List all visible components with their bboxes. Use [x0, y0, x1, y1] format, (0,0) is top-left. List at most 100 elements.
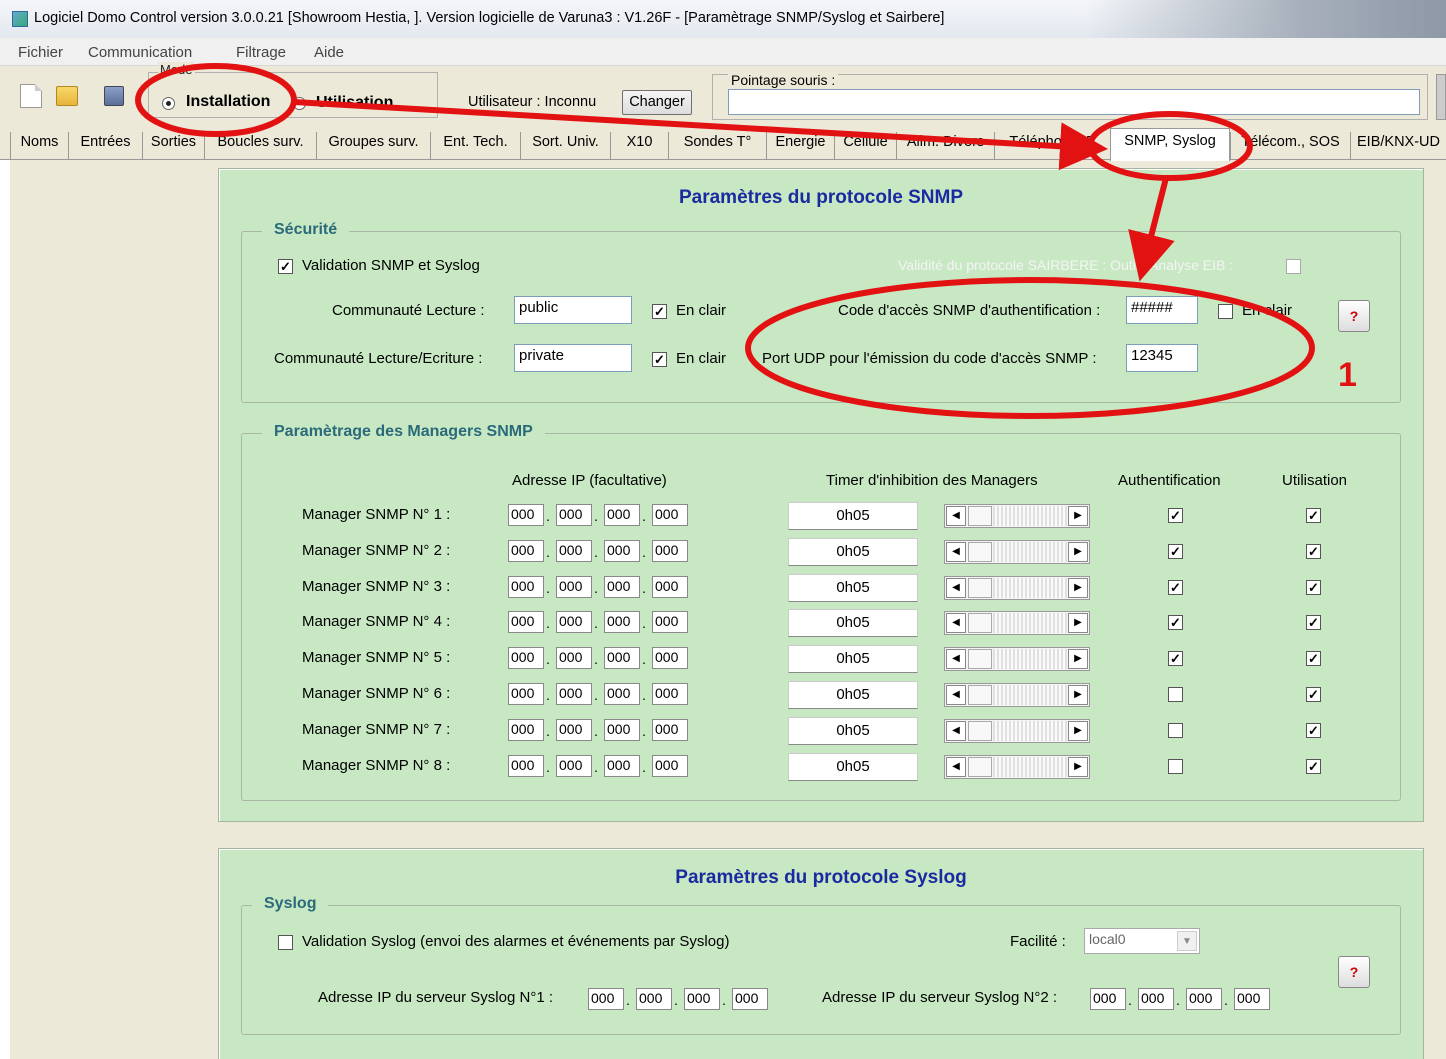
manager-timer-scrollbar[interactable]: ◀ ▶	[944, 683, 1090, 707]
manager-auth-checkbox[interactable]: ✓	[1168, 615, 1183, 631]
manager-use-checkbox[interactable]: ✓	[1306, 543, 1321, 559]
auth-code-input[interactable]: #####	[1126, 296, 1198, 324]
syslog-server2-octet-3[interactable]: 000	[1186, 988, 1222, 1010]
manager-1-ip-octet-3[interactable]: 000	[604, 504, 640, 526]
manager-auth-checkbox[interactable]: ✓	[1168, 651, 1183, 667]
toolbar-scroll-gadget[interactable]	[1436, 74, 1446, 120]
manager-2-ip-octet-1[interactable]: 000	[508, 539, 544, 562]
save-icon[interactable]	[104, 86, 124, 106]
radio-installation[interactable]	[162, 97, 175, 110]
manager-3-ip-octet-2[interactable]: 000	[556, 575, 592, 598]
manager-use-checkbox[interactable]: ✓	[1306, 722, 1321, 738]
manager-8-ip-octet-2[interactable]: 000	[556, 754, 592, 777]
arrow-right-icon[interactable]: ▶	[1068, 541, 1088, 562]
validation-syslog-checkbox[interactable]	[278, 935, 293, 950]
manager-6-ip-octet-1[interactable]: 000	[508, 683, 544, 705]
tab-sondes[interactable]: Sondes T°	[668, 132, 766, 160]
manager-timer-field[interactable]: 0h05	[788, 573, 918, 602]
scroll-track[interactable]	[993, 685, 1067, 705]
arrow-left-icon[interactable]: ◀	[946, 577, 966, 598]
read-clear-checkbox[interactable]: ✓	[652, 304, 667, 319]
manager-auth-checkbox[interactable]	[1168, 722, 1183, 738]
manager-3-ip-octet-3[interactable]: 000	[604, 575, 640, 598]
scroll-track[interactable]	[993, 613, 1067, 634]
rw-community-input[interactable]: private	[514, 344, 632, 372]
manager-7-ip-octet-4[interactable]: 000	[652, 718, 688, 741]
manager-5-ip-octet-1[interactable]: 000	[508, 647, 544, 670]
manager-timer-field[interactable]: 0h05	[788, 609, 918, 638]
manager-timer-field[interactable]: 0h05	[788, 752, 918, 781]
manager-timer-scrollbar[interactable]: ◀ ▶	[944, 611, 1090, 636]
manager-use-checkbox[interactable]: ✓	[1306, 615, 1321, 631]
scroll-track[interactable]	[993, 577, 1067, 598]
tab-ent-tech[interactable]: Ent. Tech.	[430, 132, 520, 160]
change-user-button[interactable]: Changer	[622, 90, 692, 115]
utilisation-label[interactable]: Utilisation	[316, 94, 393, 112]
scroll-thumb[interactable]	[968, 685, 992, 705]
tab-telephone-ip[interactable]: Téléphone IP	[994, 132, 1110, 160]
validation-snmp-checkbox[interactable]: ✓	[278, 259, 293, 274]
radio-utilisation[interactable]	[293, 97, 306, 110]
syslog-server2-octet-4[interactable]: 000	[1234, 988, 1270, 1010]
manager-5-ip-octet-2[interactable]: 000	[556, 647, 592, 670]
arrow-right-icon[interactable]: ▶	[1068, 577, 1088, 598]
menu-filtrage[interactable]: Filtrage	[236, 44, 286, 61]
manager-auth-checkbox[interactable]: ✓	[1168, 579, 1183, 595]
menu-communication[interactable]: Communication	[88, 44, 192, 61]
manager-auth-checkbox[interactable]: ✓	[1168, 508, 1183, 523]
syslog-help-button[interactable]: ?	[1338, 956, 1370, 988]
manager-auth-checkbox[interactable]	[1168, 687, 1183, 702]
tab-boucles-surv[interactable]: Boucles surv.	[204, 132, 316, 160]
arrow-left-icon[interactable]: ◀	[946, 541, 966, 562]
arrow-left-icon[interactable]: ◀	[946, 756, 966, 777]
syslog-server1-octet-3[interactable]: 000	[684, 988, 720, 1010]
scroll-track[interactable]	[993, 649, 1067, 670]
scroll-thumb[interactable]	[968, 577, 992, 598]
scroll-track[interactable]	[993, 506, 1067, 526]
manager-timer-field[interactable]: 0h05	[788, 681, 918, 709]
manager-timer-scrollbar[interactable]: ◀ ▶	[944, 647, 1090, 672]
chevron-down-icon[interactable]: ▼	[1177, 931, 1197, 951]
scroll-thumb[interactable]	[968, 756, 992, 777]
arrow-right-icon[interactable]: ▶	[1068, 613, 1088, 634]
arrow-left-icon[interactable]: ◀	[946, 685, 966, 705]
manager-6-ip-octet-3[interactable]: 000	[604, 683, 640, 705]
manager-5-ip-octet-3[interactable]: 000	[604, 647, 640, 670]
manager-timer-field[interactable]: 0h05	[788, 502, 918, 530]
arrow-left-icon[interactable]: ◀	[946, 613, 966, 634]
read-community-input[interactable]: public	[514, 296, 632, 324]
manager-1-ip-octet-2[interactable]: 000	[556, 504, 592, 526]
tab-sorties[interactable]: Sorties	[142, 132, 204, 160]
arrow-right-icon[interactable]: ▶	[1068, 506, 1088, 526]
manager-7-ip-octet-1[interactable]: 000	[508, 718, 544, 741]
scroll-track[interactable]	[993, 756, 1067, 777]
scroll-thumb[interactable]	[968, 541, 992, 562]
manager-4-ip-octet-3[interactable]: 000	[604, 611, 640, 634]
manager-timer-scrollbar[interactable]: ◀ ▶	[944, 575, 1090, 600]
syslog-server2-octet-1[interactable]: 000	[1090, 988, 1126, 1010]
arrow-left-icon[interactable]: ◀	[946, 720, 966, 741]
installation-label[interactable]: Installation	[186, 93, 270, 111]
manager-use-checkbox[interactable]: ✓	[1306, 687, 1321, 702]
syslog-server2-octet-2[interactable]: 000	[1138, 988, 1174, 1010]
manager-use-checkbox[interactable]: ✓	[1306, 508, 1321, 523]
manager-auth-checkbox[interactable]	[1168, 758, 1183, 774]
syslog-server1-octet-1[interactable]: 000	[588, 988, 624, 1010]
scroll-track[interactable]	[993, 541, 1067, 562]
manager-1-ip-octet-1[interactable]: 000	[508, 504, 544, 526]
manager-2-ip-octet-2[interactable]: 000	[556, 539, 592, 562]
scroll-track[interactable]	[993, 720, 1067, 741]
manager-8-ip-octet-1[interactable]: 000	[508, 754, 544, 777]
arrow-right-icon[interactable]: ▶	[1068, 685, 1088, 705]
manager-3-ip-octet-1[interactable]: 000	[508, 575, 544, 598]
tab-snmp-syslog[interactable]: SNMP, Syslog	[1110, 128, 1230, 161]
manager-2-ip-octet-3[interactable]: 000	[604, 539, 640, 562]
arrow-left-icon[interactable]: ◀	[946, 649, 966, 670]
udp-port-input[interactable]: 12345	[1126, 344, 1198, 372]
snmp-help-button[interactable]: ?	[1338, 300, 1370, 332]
syslog-server1-octet-2[interactable]: 000	[636, 988, 672, 1010]
tab-groupes-surv[interactable]: Groupes surv.	[316, 132, 430, 160]
manager-2-ip-octet-4[interactable]: 000	[652, 539, 688, 562]
manager-1-ip-octet-4[interactable]: 000	[652, 504, 688, 526]
manager-4-ip-octet-1[interactable]: 000	[508, 611, 544, 634]
